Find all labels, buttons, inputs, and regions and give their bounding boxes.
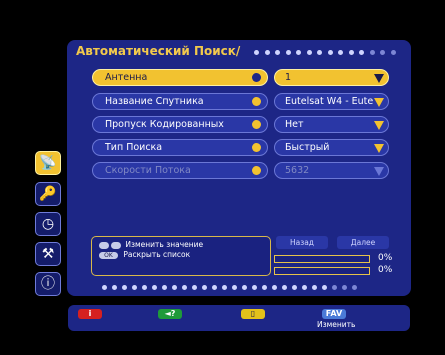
antenna-dropdown[interactable]: 1 (274, 69, 389, 86)
skip-encrypted-dropdown[interactable]: Нет (274, 116, 389, 133)
indicator-dot (232, 285, 237, 290)
indicator-dot (359, 50, 364, 55)
indicator-dot (302, 285, 307, 290)
row-label-symbol-rate: Скорости Потока (92, 162, 268, 179)
row-indicator-icon (252, 97, 261, 106)
dropdown-arrow-icon (374, 98, 384, 107)
indicator-dot (122, 285, 127, 290)
fav-key[interactable]: FAV (322, 309, 346, 319)
green-audio-key[interactable]: ◄? (158, 309, 182, 319)
fav-caption: Изменить (317, 320, 356, 329)
dropdown-value: Быстрый (285, 142, 330, 153)
indicator-dot (332, 285, 337, 290)
indicator-dot (352, 285, 357, 290)
row-label-text: Название Спутника (105, 96, 204, 107)
indicator-dot (132, 285, 137, 290)
row-indicator-icon (252, 73, 261, 82)
indicator-dot (322, 285, 327, 290)
indicator-dot (285, 50, 291, 55)
indicator-dot (390, 50, 396, 55)
indicator-dot (172, 285, 177, 290)
indicator-dot (348, 50, 354, 55)
indicator-dot (242, 285, 247, 290)
progress-percent-1: 0% (378, 253, 393, 263)
indicator-dot (162, 285, 167, 290)
back-button[interactable]: Назад (276, 236, 328, 249)
key-icon[interactable]: 🔑 (35, 182, 61, 206)
row-label-text: Скорости Потока (105, 165, 191, 176)
dropdown-arrow-icon (374, 121, 384, 130)
help-line-change: Изменить значение (99, 240, 203, 249)
indicator-dot (327, 50, 333, 55)
row-label-text: Тип Поиска (105, 142, 163, 153)
indicator-dot (152, 285, 157, 290)
indicator-dot (380, 50, 385, 55)
dropdown-value: 5632 (285, 165, 310, 176)
indicator-dot (275, 50, 280, 55)
row-indicator-icon (252, 120, 261, 129)
row-label-skip-encrypted[interactable]: Пропуск Кодированных (92, 116, 268, 133)
dropdown-value: 1 (285, 72, 292, 83)
indicator-dot (262, 285, 267, 290)
info-icon[interactable]: ⓘ (35, 272, 61, 296)
indicator-dot (292, 285, 297, 290)
left-arrow-key-icon (99, 241, 109, 249)
indicator-dot (317, 50, 322, 55)
ok-key-icon: OK (99, 251, 118, 259)
row-indicator-icon (252, 143, 261, 152)
indicator-dot (222, 285, 227, 290)
indicator-dot (338, 50, 343, 55)
indicator-dot (369, 50, 375, 55)
row-indicator-icon (252, 166, 261, 175)
clock-icon[interactable]: ◷ (35, 212, 61, 236)
help-text-expand: Раскрыть список (123, 250, 191, 259)
row-label-satellite-name[interactable]: Название Спутника (92, 93, 268, 110)
indicator-dot (306, 50, 312, 55)
indicator-dot (342, 285, 347, 290)
indicator-dot (254, 50, 259, 55)
progress-percent-2: 0% (378, 265, 393, 275)
yellow-key[interactable]: ▯ (241, 309, 265, 319)
dropdown-value: Нет (285, 119, 304, 130)
symbol-rate-dropdown: 5632 (274, 162, 389, 179)
satellite-dish-icon[interactable]: 📡 (35, 151, 61, 175)
indicator-dot (182, 285, 187, 290)
dropdown-value: Eutelsat W4 - Eute (285, 96, 374, 107)
progress-bar-1 (274, 255, 370, 263)
indicator-dot (112, 285, 117, 290)
indicator-dot (192, 285, 197, 290)
red-info-key[interactable]: i (78, 309, 102, 319)
tools-icon[interactable]: ⚒ (35, 242, 61, 266)
help-box: Изменить значение OK Раскрыть список (91, 236, 271, 276)
help-line-expand: OK Раскрыть список (99, 250, 190, 259)
row-label-search-type[interactable]: Тип Поиска (92, 139, 268, 156)
row-label-text: Антенна (105, 72, 148, 83)
footer-bar (68, 305, 410, 331)
indicator-dot (202, 285, 207, 290)
indicator-dot (272, 285, 277, 290)
right-arrow-key-icon (111, 241, 121, 249)
indicator-dot (212, 285, 217, 290)
indicator-dot (252, 285, 257, 290)
satellite-dropdown[interactable]: Eutelsat W4 - Eute (274, 93, 389, 110)
indicator-dot (102, 285, 107, 290)
indicator-dot (296, 50, 301, 55)
row-label-text: Пропуск Кодированных (105, 119, 224, 130)
next-button[interactable]: Далее (337, 236, 389, 249)
search-type-dropdown[interactable]: Быстрый (274, 139, 389, 156)
indicator-dot (264, 50, 270, 55)
dropdown-arrow-icon (374, 144, 384, 153)
row-label-antenna[interactable]: Антенна (92, 69, 268, 86)
indicator-dot (312, 285, 317, 290)
indicator-dot (282, 285, 287, 290)
progress-bar-2 (274, 267, 370, 275)
help-text-change: Изменить значение (125, 240, 204, 249)
page-title: Автоматический Поиск/ (76, 44, 241, 58)
dropdown-arrow-icon (374, 167, 384, 176)
dropdown-arrow-icon (374, 74, 384, 83)
indicator-dot (142, 285, 147, 290)
